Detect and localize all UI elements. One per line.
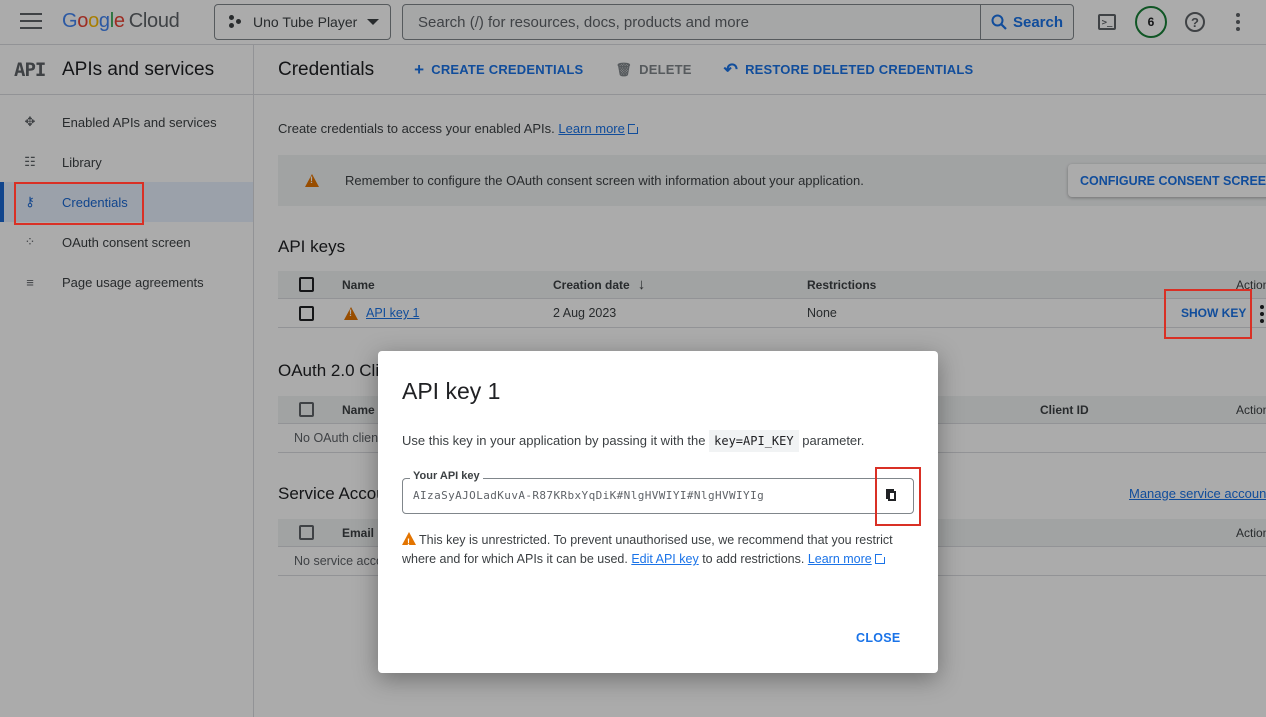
api-key-field-label: Your API key	[410, 470, 483, 482]
api-key-field: Your API key	[402, 470, 914, 514]
close-button[interactable]: CLOSE	[856, 631, 901, 645]
dialog-title: API key 1	[402, 378, 501, 404]
desc-text: parameter.	[802, 433, 865, 448]
learn-more-link[interactable]: Learn more	[808, 552, 872, 566]
api-key-dialog: API key 1 Use this key in your applicati…	[378, 351, 938, 673]
desc-text: Use this key in your application by pass…	[402, 433, 706, 448]
api-key-input[interactable]	[413, 489, 843, 502]
copy-button[interactable]	[883, 486, 905, 508]
warning-icon	[402, 532, 416, 552]
external-link-icon	[874, 552, 887, 564]
edit-api-key-link[interactable]: Edit API key	[631, 552, 698, 566]
dialog-description: Use this key in your application by pass…	[402, 430, 865, 452]
unrestricted-warning: This key is unrestricted. To prevent una…	[402, 531, 917, 569]
code-snippet: key=API_KEY	[709, 430, 799, 452]
warning-after-text: to add restrictions.	[702, 552, 805, 566]
